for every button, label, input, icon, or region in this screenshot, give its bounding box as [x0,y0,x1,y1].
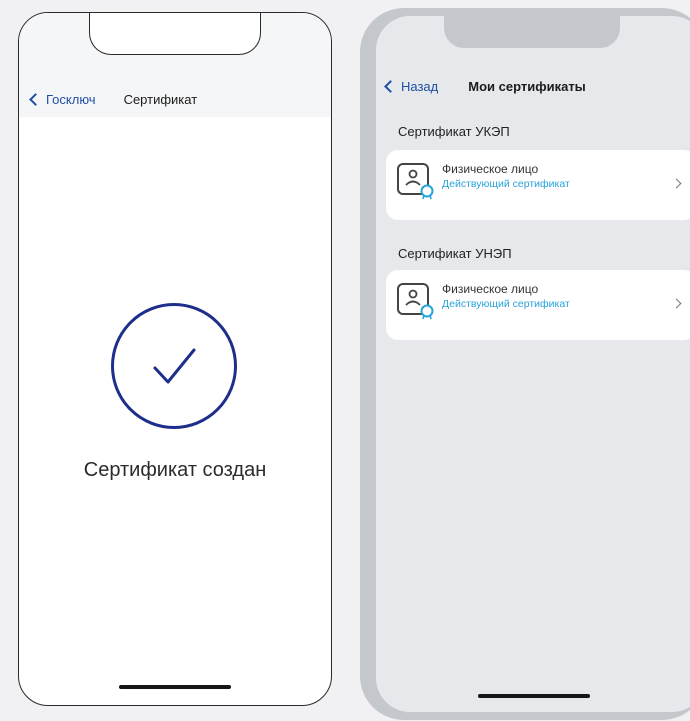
chevron-right-icon [671,178,682,189]
success-message: Сертификат создан [83,459,267,481]
back-label: Госключ [46,91,96,107]
notch [89,13,261,55]
chevron-right-icon [671,298,682,309]
certificate-icon [397,163,434,200]
notch [444,16,620,48]
back-button[interactable]: Госключ [27,92,96,107]
home-indicator[interactable] [478,694,590,698]
check-icon [153,348,196,384]
phone-screen-certificate-created: Госключ Сертификат Сертификат создан [18,12,332,706]
section-title-unep: Сертификат УНЭП [398,246,512,261]
nav-bar: Назад Мои сертификаты [382,74,586,98]
chevron-left-icon [29,92,42,106]
success-circle [111,303,237,429]
certificate-card-ukep[interactable]: Физическое лицо Действующий сертификат [386,150,690,220]
chevron-left-icon [384,79,397,93]
phone-screen-my-certificates: Назад Мои сертификаты Сертификат УКЭП Фи… [376,16,690,712]
nav-bar: Госключ Сертификат [27,87,197,111]
page-title: Сертификат [123,91,198,107]
back-button[interactable]: Назад [382,79,438,94]
section-title-ukep: Сертификат УКЭП [398,124,510,139]
certificate-holder: Физическое лицо [442,282,539,296]
certificate-icon [397,283,434,320]
home-indicator[interactable] [119,685,231,689]
page-title: Мои сертификаты [468,78,586,94]
certificate-holder: Физическое лицо [442,162,539,176]
certificate-status: Действующий сертификат [442,298,570,310]
certificate-status: Действующий сертификат [442,178,570,190]
certificate-card-unep[interactable]: Физическое лицо Действующий сертификат [386,270,690,340]
back-label: Назад [401,78,439,94]
